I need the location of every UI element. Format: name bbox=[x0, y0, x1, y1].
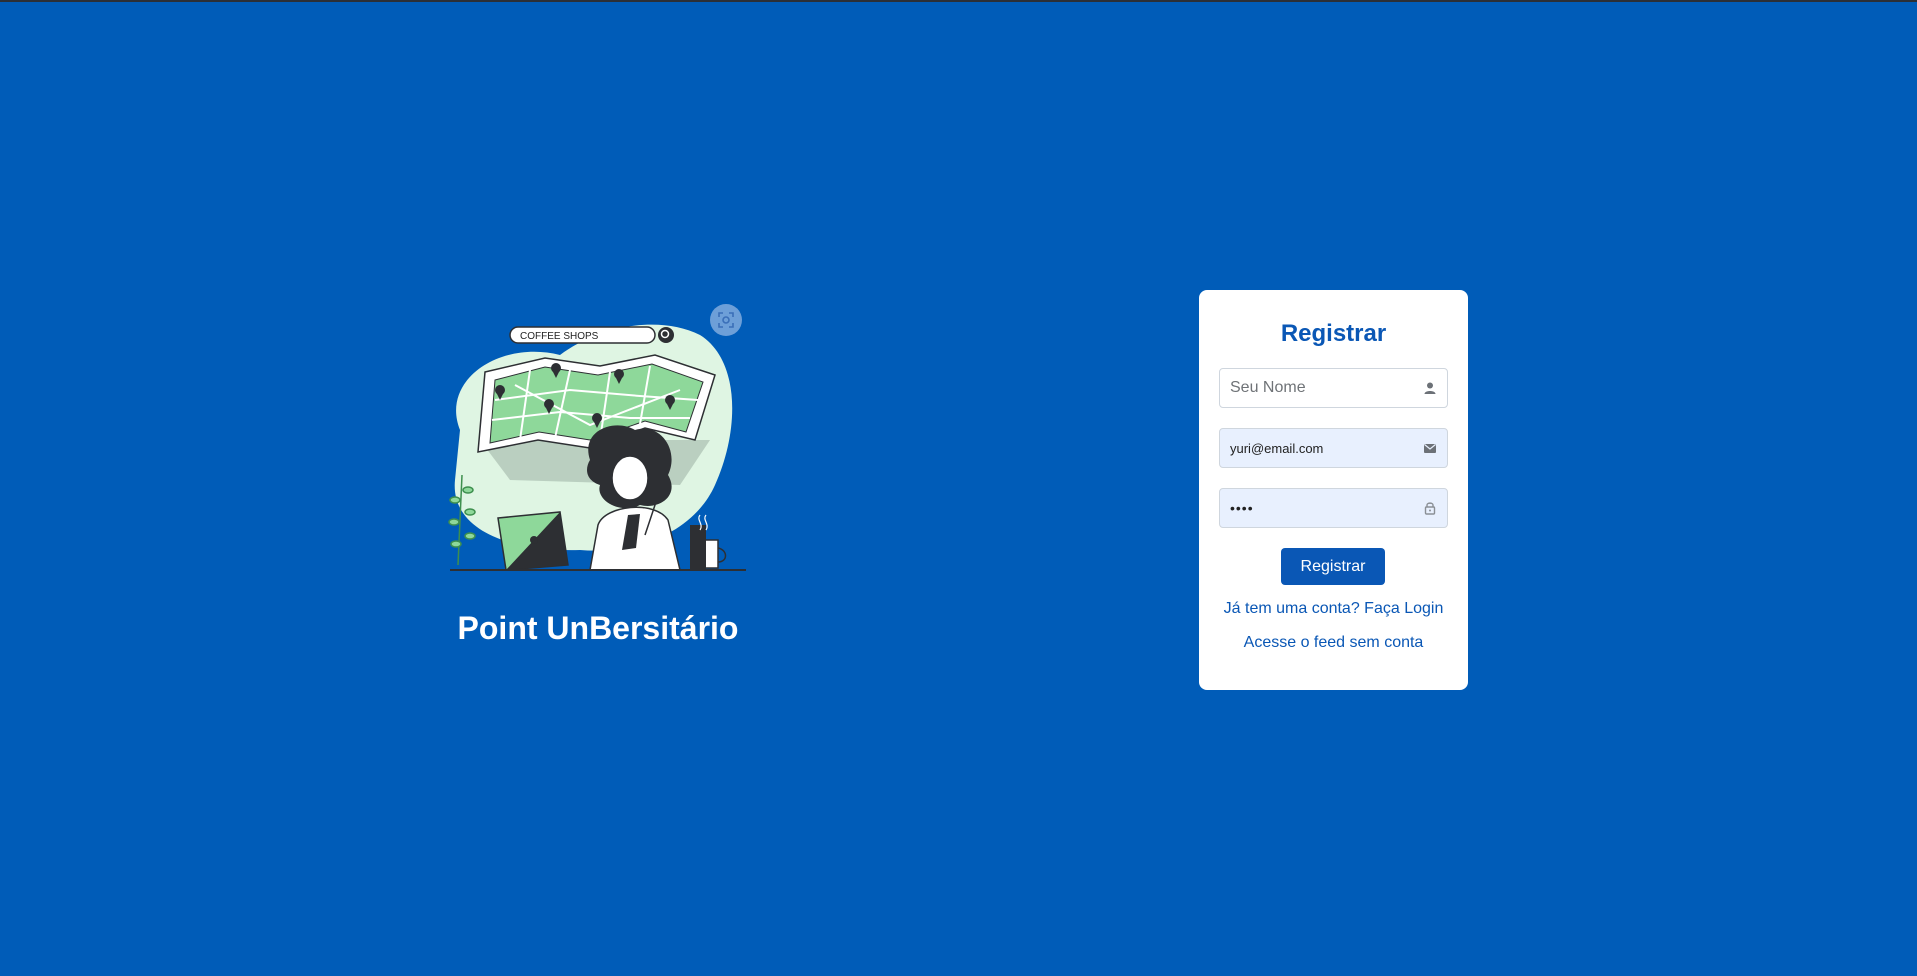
feed-without-account-link[interactable]: Acesse o feed sem conta bbox=[1199, 634, 1468, 652]
app-title: Point UnBersitário bbox=[457, 610, 739, 646]
email-field-wrapper bbox=[1219, 428, 1448, 468]
top-border bbox=[0, 0, 1917, 2]
password-field-wrapper bbox=[1219, 488, 1448, 528]
login-link[interactable]: Já tem uma conta? Faça Login bbox=[1199, 600, 1468, 618]
user-icon bbox=[1424, 382, 1436, 394]
register-card: Registrar Registrar Já tem uma conta? Fa… bbox=[1199, 290, 1468, 690]
search-pill-text: COFFEE SHOPS bbox=[520, 331, 599, 342]
envelope-icon bbox=[1424, 444, 1436, 453]
map-illustration: COFFEE SHOPS bbox=[448, 324, 746, 571]
register-title: Registrar bbox=[1280, 320, 1387, 347]
hero-section: COFFEE SHOPS Point UnBersitário bbox=[440, 300, 756, 660]
scan-button[interactable] bbox=[710, 304, 742, 336]
lock-icon bbox=[1424, 502, 1436, 515]
email-input[interactable] bbox=[1220, 429, 1447, 467]
name-input[interactable] bbox=[1220, 369, 1447, 407]
password-input[interactable] bbox=[1220, 489, 1447, 527]
name-field-wrapper bbox=[1219, 368, 1448, 408]
register-button[interactable]: Registrar bbox=[1281, 548, 1385, 585]
scan-icon bbox=[718, 312, 734, 328]
